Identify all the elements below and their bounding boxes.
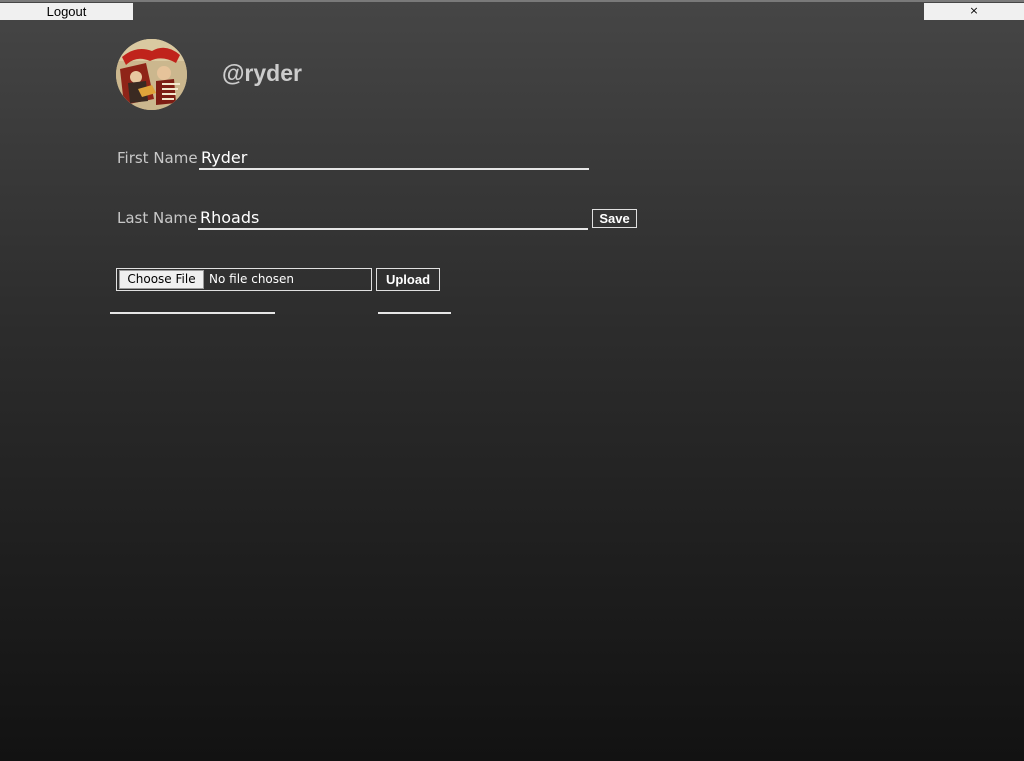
logout-button[interactable]: Logout	[0, 3, 133, 20]
first-name-label: First Name	[117, 149, 198, 167]
save-button[interactable]: Save	[592, 209, 637, 228]
profile-picture-icon	[116, 39, 187, 110]
avatar[interactable]	[116, 39, 187, 110]
file-input[interactable]: Choose File No file chosen	[116, 268, 372, 291]
first-name-input[interactable]	[199, 146, 589, 170]
divider-left	[110, 312, 275, 314]
username-handle: @ryder	[222, 60, 302, 86]
top-strip	[0, 0, 1024, 2]
file-status-text: No file chosen	[209, 272, 295, 286]
choose-file-button[interactable]: Choose File	[119, 270, 204, 289]
last-name-label: Last Name	[117, 209, 198, 227]
last-name-input[interactable]	[198, 206, 588, 230]
close-icon[interactable]: ×	[924, 3, 1024, 20]
divider-right	[378, 312, 451, 314]
upload-button[interactable]: Upload	[376, 268, 440, 291]
